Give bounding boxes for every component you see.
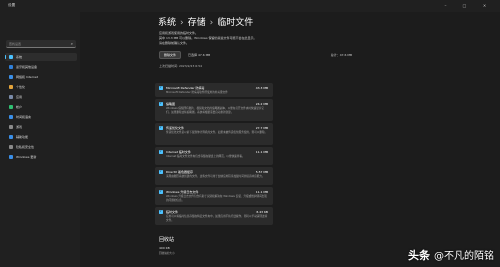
network-icon [9, 75, 13, 79]
item-checkbox[interactable] [159, 101, 163, 106]
item-checkbox[interactable] [159, 169, 163, 174]
minimize-icon[interactable]: – [441, 2, 450, 10]
sidebar-item-label: 应用 [16, 95, 23, 99]
temp-item-card[interactable]: Microsoft Defender 防病毒 43.3 MB Microsoft… [155, 83, 273, 97]
selected-size: 已选择 47.6 MB [188, 53, 211, 57]
accessibility-icon [9, 135, 13, 139]
watermark-brand: 头条 [408, 249, 431, 262]
item-checkbox[interactable] [159, 85, 163, 90]
sidebar-item-label: 隐私和安全性 [16, 145, 35, 149]
item-checkbox[interactable] [159, 189, 163, 194]
temp-item-card[interactable]: 传递优化文件 27.7 MB 传递优化文件是以前下载到你计算机的文件，如果未被传… [155, 123, 273, 145]
recycle-bin-heading: 回收站 [159, 237, 175, 243]
description-line: 应用和游戏使用的临时文件。 [159, 31, 199, 35]
clock-globe-icon [9, 115, 13, 119]
item-size: 43.3 MB [255, 86, 268, 90]
item-description: 应用可以将临时信息存储在特定文件夹中，如果应用不执行此操作，则可以手动清理这些文… [166, 215, 268, 222]
bluetooth-icon [9, 65, 13, 69]
temp-item-card[interactable]: 临时文件 8.43 KB 应用可以将临时信息存储在特定文件夹中，如果应用不执行此… [155, 207, 273, 225]
sidebar-item-accessibility[interactable]: 辅助功能 [5, 133, 77, 141]
item-description: Internet 临时文件文件夹包含存储在硬盘上的网页，以便快速查看。 [166, 155, 245, 158]
item-description: Windows 升级日志文件包含有助于识别和解决在 Windows 安装、升级或… [166, 195, 267, 202]
sidebar-item-label: 个性化 [16, 85, 26, 89]
sidebar-item-privacy[interactable]: 隐私和安全性 [5, 143, 77, 151]
item-description: Windows 保留所有图片、视频和文档的缩略图副本，以便在打开文件夹时快速显示… [166, 107, 264, 114]
sidebar-item-label: 系统 [16, 55, 23, 59]
item-size: 8.43 KB [256, 210, 268, 214]
item-size: 11.1 MB [255, 190, 268, 194]
account-icon [9, 105, 13, 109]
sidebar-item-gaming[interactable]: 游戏 [5, 123, 77, 131]
item-title: 临时文件 [166, 210, 179, 214]
chevron-right-icon: › [209, 18, 214, 28]
item-title: 传递优化文件 [166, 126, 185, 130]
watermark: 头条 @不凡的陌铭 [408, 247, 494, 263]
sidebar-item-label: 网络和 Internet [16, 75, 38, 79]
item-description: 传递优化文件是以前下载到你计算机的文件，如果未被传递优化服务使用，则可以删除。 [166, 131, 268, 134]
item-checkbox[interactable] [159, 149, 163, 154]
breadcrumb-system[interactable]: 系统 [158, 18, 176, 28]
sidebar-item-accounts[interactable]: 帐户 [5, 103, 77, 111]
temp-item-card[interactable]: Windows 升级日志文件 11.1 MB Windows 升级日志文件包含有… [155, 187, 273, 205]
watermark-handle: @不凡的陌铭 [434, 251, 494, 262]
temp-item-card[interactable]: DirectX 着色器缓存 5.57 MB 清理由图形系统创建的文件，这些文件可… [155, 167, 273, 185]
sidebar-item-personalization[interactable]: 个性化 [5, 83, 77, 91]
item-checkbox[interactable] [159, 125, 163, 130]
search-icon[interactable]: ⌕ [71, 41, 73, 47]
last-scanned: 上次扫描时间: 2023/2/23 6:54 [159, 64, 203, 68]
total-size: 总计：47.6 MB [330, 53, 352, 57]
sidebar-item-windows-update[interactable]: Windows 更新 [5, 153, 77, 161]
search-box[interactable]: ⌕ [6, 40, 76, 48]
item-title: DirectX 着色器缓存 [166, 170, 193, 174]
system-icon [9, 55, 13, 59]
chevron-right-icon: › [180, 18, 184, 28]
item-title: Internet 临时文件 [166, 150, 191, 154]
temp-item-card[interactable]: 缩略图 24.2 MB Windows 保留所有图片、视频和文档的缩略图副本，以… [155, 99, 273, 121]
breadcrumb: 系统 › 存储 › 临时文件 [158, 15, 253, 28]
description-line: 其中 13.3 MB 可以删除。Windows 保留的某些文件可能不会在此显示。 [159, 36, 257, 40]
page-title: 临时文件 [217, 18, 254, 28]
close-icon[interactable]: ✕ [480, 2, 489, 10]
item-size: 11.1 MB [255, 150, 268, 154]
item-title: Windows 升级日志文件 [166, 190, 199, 194]
search-input[interactable] [9, 41, 67, 47]
brush-icon [9, 85, 13, 89]
apps-icon [9, 95, 13, 99]
item-title: 缩略图 [166, 102, 176, 106]
sidebar-item-label: 游戏 [16, 125, 23, 129]
sidebar-item-label: Windows 更新 [16, 155, 37, 159]
sidebar-item-label: 帐户 [16, 105, 23, 109]
temp-item-card[interactable]: Internet 临时文件 11.1 MB Internet 临时文件文件夹包含… [155, 147, 273, 165]
sidebar-item-apps[interactable]: 应用 [5, 93, 77, 101]
shield-icon [9, 145, 13, 149]
item-description: 清理由图形系统创建的文件，这些文件可用于加快应用程序加载时间并提高响应能力。 [166, 175, 265, 178]
title-bar: 设置 – □ ✕ [0, 0, 500, 12]
sidebar-item-system[interactable]: 系统 [5, 53, 77, 61]
item-description: Microsoft Defender 防病毒软件所使用的非关键文件 [166, 91, 228, 94]
maximize-icon[interactable]: □ [460, 2, 469, 10]
sidebar-item-label: 辅助功能 [16, 135, 29, 139]
item-size: 5.57 MB [255, 170, 268, 174]
recycle-bin-size: 400 KB [159, 246, 170, 250]
sidebar-item-bluetooth[interactable]: 蓝牙和其他设备 [5, 63, 77, 71]
main-content: 系统 › 存储 › 临时文件 [80, 12, 500, 267]
breadcrumb-storage[interactable]: 存储 [188, 18, 206, 28]
sidebar-item-time-language[interactable]: 时间和语言 [5, 113, 77, 121]
item-size: 27.7 MB [255, 126, 268, 130]
item-title: Microsoft Defender 防病毒 [166, 86, 205, 90]
remove-files-button[interactable]: 删除文件 [159, 51, 181, 59]
sidebar: ⌕ 系统 蓝牙和其他设备 网络和 Internet 个性化 应用 帐户 时间和语… [0, 12, 80, 267]
sidebar-item-label: 时间和语言 [16, 115, 32, 119]
description-line: 请在删除前确认文件。 [159, 41, 190, 45]
recycle-bin-label: 回收站的大小 [159, 252, 175, 255]
game-icon [9, 125, 13, 129]
sidebar-item-network[interactable]: 网络和 Internet [5, 73, 77, 81]
item-size: 24.2 MB [255, 102, 268, 106]
window-title: 设置 [8, 3, 16, 7]
sidebar-item-label: 蓝牙和其他设备 [16, 65, 38, 69]
item-checkbox[interactable] [159, 209, 163, 214]
update-icon [9, 155, 13, 159]
